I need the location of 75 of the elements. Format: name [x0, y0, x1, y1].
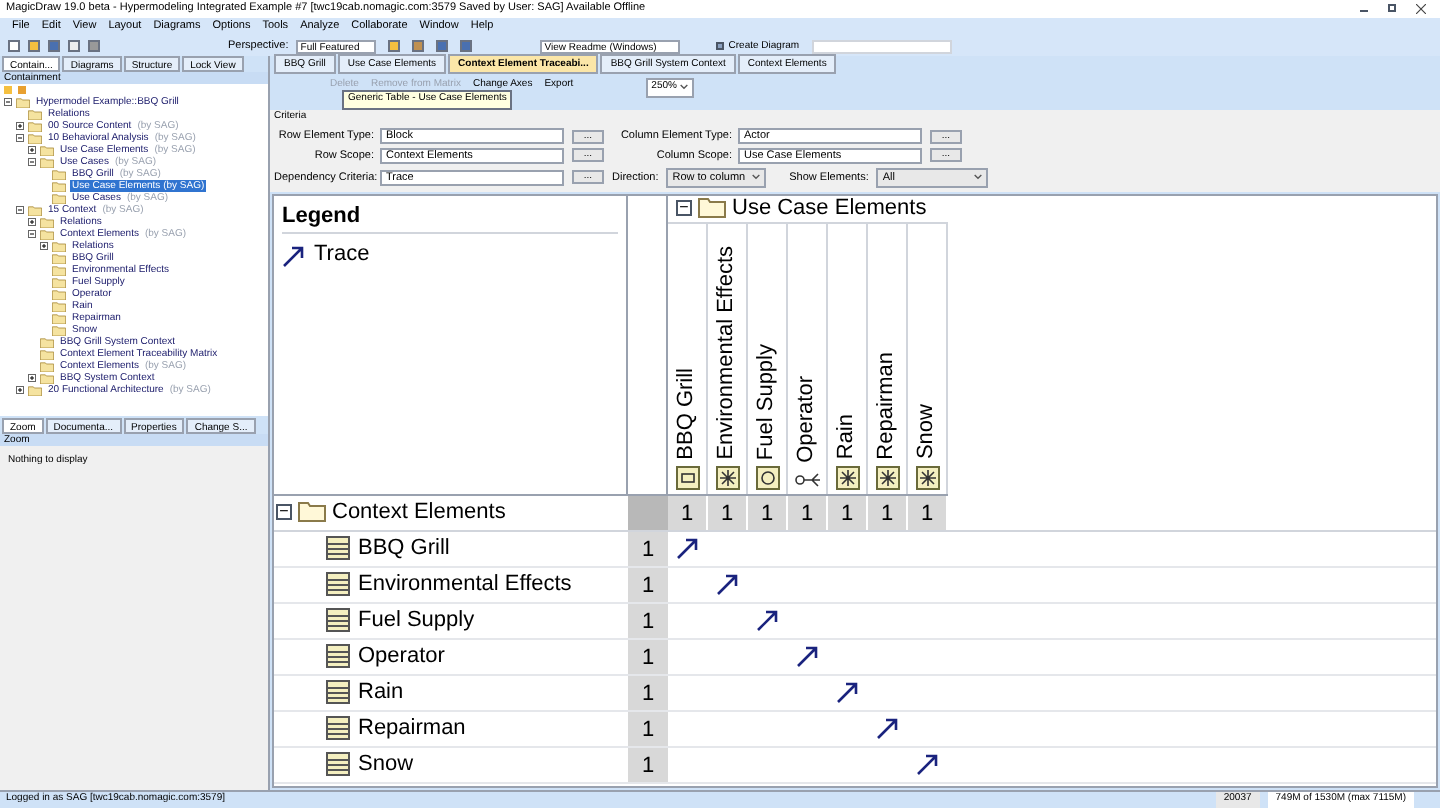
column-count: 1: [668, 495, 708, 530]
element-icon: [835, 465, 859, 490]
row-count: 1: [628, 747, 668, 782]
row-header: Fuel Supply: [358, 606, 475, 636]
block-icon: [326, 680, 350, 705]
row-header: Operator: [358, 642, 445, 672]
element-icon: [755, 465, 779, 490]
collapse-toggle[interactable]: −: [276, 504, 292, 521]
legend-title: Legend: [282, 199, 618, 235]
block-icon: [326, 716, 350, 741]
collapse-toggle[interactable]: [16, 206, 24, 214]
actor-icon: [793, 469, 821, 490]
row-count: 1: [628, 639, 668, 674]
column-count: 1: [788, 495, 828, 530]
folder-icon: [298, 502, 326, 523]
block-icon: [326, 536, 350, 561]
row-group-header: Context Elements: [332, 498, 506, 528]
column-group-header: Use Case Elements: [732, 195, 927, 224]
legend-item: Trace: [314, 240, 370, 271]
restore-icon[interactable]: [1388, 4, 1396, 12]
collapse-toggle[interactable]: [28, 158, 36, 166]
row-header: Rain: [358, 678, 404, 708]
column-header: Environmental Effects: [712, 245, 741, 460]
trace-arrow-icon: [716, 572, 740, 597]
expand-toggle[interactable]: [40, 242, 48, 250]
column-header: BBQ Grill: [672, 367, 701, 460]
column-count: 1: [708, 495, 748, 530]
row-count: 1: [628, 603, 668, 638]
column-header: Rain: [832, 414, 861, 460]
column-count: 1: [868, 495, 908, 530]
trace-arrow-icon: [876, 716, 900, 741]
expand-toggle[interactable]: [16, 386, 24, 394]
block-icon: [326, 752, 350, 777]
row-header: Environmental Effects: [358, 570, 572, 600]
element-icon: [715, 465, 739, 490]
caret-icon: [974, 174, 983, 181]
column-header: Operator: [792, 376, 821, 464]
trace-arrow-icon: [836, 680, 860, 705]
collapse-toggle[interactable]: [16, 134, 24, 142]
row-header: Snow: [358, 750, 414, 780]
trace-arrow-icon: [676, 536, 700, 561]
expand-toggle[interactable]: [28, 218, 36, 226]
expand-toggle[interactable]: [28, 374, 36, 382]
row-count: 1: [628, 675, 668, 710]
expand-toggle[interactable]: [16, 122, 24, 130]
column-header: Fuel Supply: [752, 343, 781, 460]
element-icon: [915, 465, 939, 490]
caret-icon: [751, 174, 760, 181]
count-header-cell: [628, 495, 668, 530]
column-header: Repairman: [872, 351, 901, 460]
trace-legend-icon: [282, 243, 306, 267]
column-count: 1: [748, 495, 788, 530]
row-count: 1: [628, 531, 668, 566]
block-icon: [326, 608, 350, 633]
trace-arrow-icon: [756, 608, 780, 633]
row-count: 1: [628, 711, 668, 746]
trace-arrow-icon: [916, 752, 940, 777]
block-icon: [326, 644, 350, 669]
expand-toggle[interactable]: [28, 146, 36, 154]
column-header: Snow: [912, 404, 941, 460]
block-icon: [675, 465, 699, 490]
element-icon: [875, 465, 899, 490]
column-count: 1: [908, 495, 948, 530]
row-header: Repairman: [358, 714, 466, 744]
collapse-toggle[interactable]: −: [676, 200, 692, 217]
row-header: BBQ Grill: [358, 534, 450, 564]
caret-icon: [680, 84, 689, 91]
close-icon[interactable]: [1416, 4, 1426, 14]
collapse-toggle[interactable]: [4, 98, 12, 106]
folder-icon: [698, 198, 726, 219]
row-count: 1: [628, 567, 668, 602]
trace-arrow-icon: [796, 644, 820, 669]
collapse-toggle[interactable]: [28, 230, 36, 238]
block-icon: [326, 572, 350, 597]
column-count: 1: [828, 495, 868, 530]
